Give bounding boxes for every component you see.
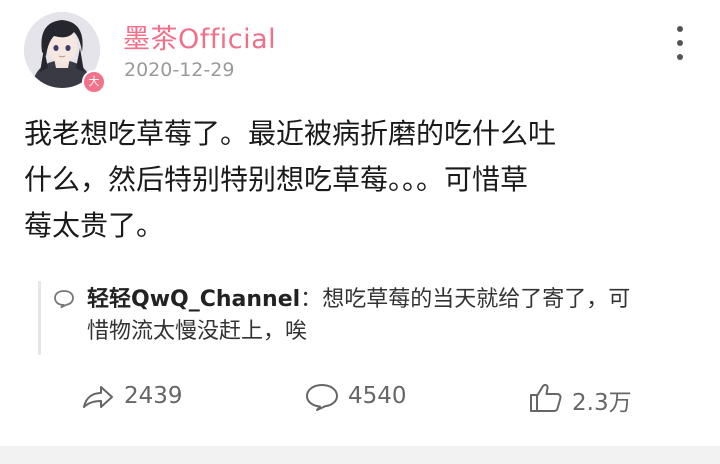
share-button[interactable]: 2439 — [80, 374, 210, 420]
comment-count: 4540 — [348, 383, 407, 409]
comment-text-line: 想吃草莓的当天就给了寄了，可 — [322, 287, 631, 312]
post-content: 我老想吃草莓了。最近被病折磨的吃什么吐 什么，然后特别特别想吃草莓。。。可惜草 … — [24, 111, 696, 249]
share-arrow-icon — [83, 386, 113, 408]
like-button[interactable]: 2.3万 — [528, 374, 658, 420]
comment-icon — [306, 384, 338, 411]
bottom-divider — [0, 446, 720, 464]
verified-badge: 大 — [82, 70, 106, 94]
comment-separator: ： — [300, 287, 323, 312]
post-line: 我老想吃草莓了。最近被病折磨的吃什么吐 — [24, 117, 557, 150]
comment-text-line: 惜物流太慢没赶上，唉 — [87, 319, 308, 344]
like-count: 2.3万 — [572, 390, 632, 416]
post-line: 什么，然后特别特别想吃草莓。。。可惜草 — [24, 163, 529, 196]
comment-bubble-icon — [54, 290, 74, 309]
thumbs-up-icon — [530, 383, 562, 412]
comment-username[interactable]: 轻轻QwQ_Channel — [87, 287, 300, 312]
featured-comment[interactable]: 轻轻QwQ_Channel：想吃草莓的当天就给了寄了，可 惜物流太慢没赶上，唉 — [38, 281, 699, 355]
action-bar: 2439 4540 2.3万 — [0, 374, 720, 420]
dot-icon — [677, 54, 683, 60]
dot-icon — [677, 26, 683, 32]
comment-button[interactable]: 4540 — [304, 374, 434, 420]
dot-icon — [677, 40, 683, 46]
post-line: 莓太贵了。 — [24, 209, 165, 242]
post-header: 大 墨茶Official 2020-12-29 — [24, 12, 696, 94]
more-options-button[interactable] — [668, 24, 692, 62]
share-count: 2439 — [124, 383, 183, 409]
username[interactable]: 墨茶Official — [123, 17, 276, 56]
post-date: 2020-12-29 — [124, 59, 235, 81]
